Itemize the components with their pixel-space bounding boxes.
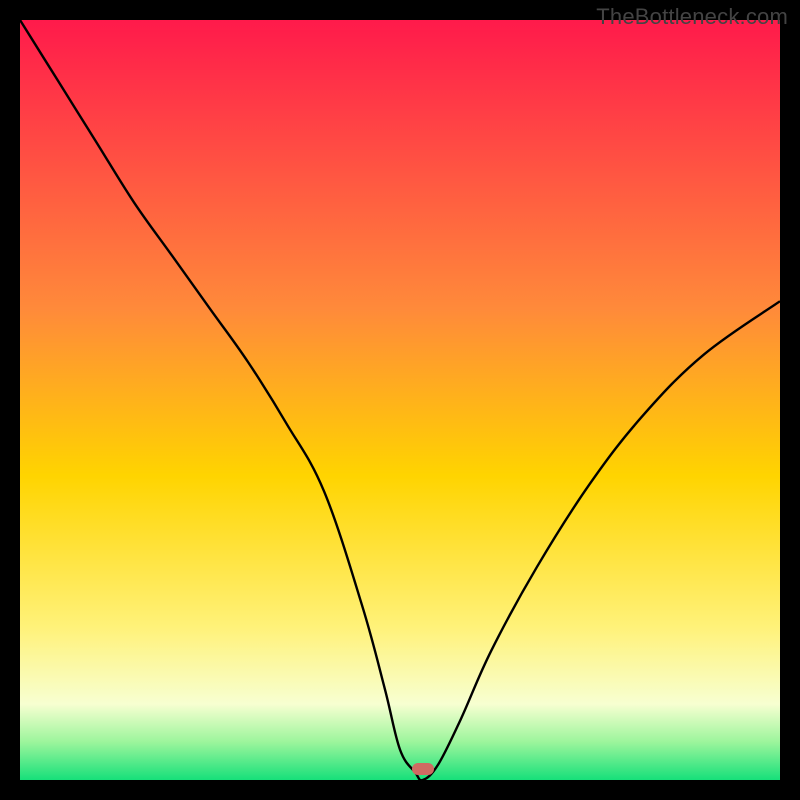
bottleneck-curve: [20, 20, 780, 780]
chart-area: [20, 20, 780, 780]
chart-frame: [20, 20, 780, 780]
optimum-marker: [412, 763, 434, 775]
watermark-text: TheBottleneck.com: [596, 4, 788, 30]
